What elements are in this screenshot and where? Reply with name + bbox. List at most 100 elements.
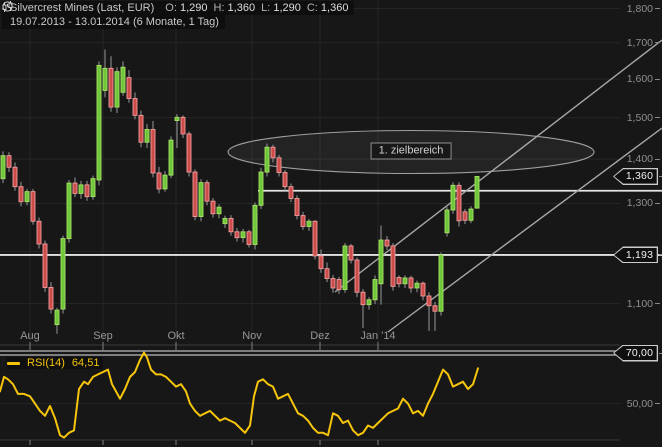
candle-body <box>391 246 395 286</box>
candle-body <box>127 78 131 99</box>
candle-body <box>469 209 473 220</box>
candle-body <box>55 310 59 324</box>
ohlc-values: O: 1,290H: 1,360L: 1,290C: 1,360 <box>159 2 348 14</box>
instrument-title: Silvercrest Mines (Last, EUR) <box>10 2 154 14</box>
month-axis-label: Nov <box>224 330 280 342</box>
candle-body <box>43 244 47 287</box>
candle-body <box>151 129 155 172</box>
rsi-legend: RSI(14) 64,51 <box>7 357 103 369</box>
candle-body <box>277 158 281 173</box>
ohlc-low-value: 1,290 <box>270 2 301 14</box>
instrument-row: Silvercrest Mines (Last, EUR) O: 1,290H:… <box>2 1 354 15</box>
price-chart-canvas[interactable] <box>0 0 662 447</box>
candle-body <box>373 280 377 300</box>
month-axis-label: Sep <box>75 330 131 342</box>
candle-body <box>223 218 227 223</box>
candle-body <box>115 72 119 107</box>
candle-body <box>133 98 137 115</box>
candle-body <box>181 117 185 134</box>
candle-body <box>307 221 311 226</box>
price-axis-label: 1,100 <box>627 298 660 310</box>
ohlc-close-value: 1,360 <box>318 2 349 14</box>
month-axis-label: Aug <box>2 330 58 342</box>
candle-body <box>13 167 17 186</box>
candle-body <box>85 185 89 197</box>
candle-body <box>61 239 65 309</box>
candle-body <box>37 221 41 244</box>
rsi-axis-label: 50,00 <box>627 398 660 410</box>
rsi-value: 64,51 <box>72 357 100 369</box>
price-axis-label: 1,400 <box>627 153 660 165</box>
price-axis-label: 1,700 <box>627 37 660 49</box>
candle-body <box>145 129 149 142</box>
ohlc-close-label: C: <box>307 2 318 14</box>
candle-body <box>235 232 239 238</box>
candle-body <box>211 201 215 214</box>
candle-body <box>7 156 11 168</box>
candle-body <box>475 176 479 208</box>
candle-body <box>103 68 107 90</box>
candle-body <box>247 232 251 245</box>
candle-body <box>109 68 113 107</box>
candle-body <box>415 283 419 288</box>
rsi-upper-level-tag: 70,00 <box>613 345 658 362</box>
candle-body <box>439 255 443 311</box>
candle-body <box>301 216 305 227</box>
candle-body <box>421 283 425 296</box>
last-price-tag: 1,360 <box>613 168 658 185</box>
candle-body <box>403 278 407 284</box>
candle-body <box>283 172 287 186</box>
candle-body <box>31 192 35 222</box>
month-axis-label: Dez <box>292 330 348 342</box>
candle-body <box>331 278 335 287</box>
rsi-name: RSI(14) <box>27 357 65 369</box>
candle-body <box>463 212 467 220</box>
candle-body <box>265 147 269 172</box>
candle-body <box>97 65 101 180</box>
candle-body <box>319 256 323 269</box>
candle-body <box>187 134 191 172</box>
ohlc-high-label: H: <box>213 2 224 14</box>
candle-body <box>157 173 161 189</box>
price-axis-label: 1,300 <box>627 197 660 209</box>
candle-body <box>1 156 5 179</box>
price-axis-label: 1,500 <box>627 112 660 124</box>
candle-body <box>91 179 95 197</box>
candle-body <box>409 278 413 288</box>
candle-body <box>325 269 329 279</box>
candle-body <box>289 187 293 199</box>
candle-body <box>253 205 257 244</box>
candle-body <box>139 115 143 142</box>
target-zone-label: 1. zielbereich <box>371 143 452 160</box>
candle-body <box>451 185 455 210</box>
candle-body <box>217 207 221 214</box>
candle-body <box>25 192 29 202</box>
ohlc-open-value: 1,290 <box>177 2 208 14</box>
date-range: 19.07.2013 - 13.01.2014 (6 Monate, 1 Tag… <box>10 16 219 28</box>
candle-body <box>385 240 389 246</box>
ohlc-high-value: 1,360 <box>224 2 255 14</box>
candle-body <box>67 183 71 238</box>
candle-body <box>457 185 461 220</box>
candle-body <box>229 218 233 231</box>
candle-body <box>79 185 83 194</box>
candle-body <box>343 246 347 290</box>
price-axis-label: 1,800 <box>627 3 660 15</box>
price-axis-label: 1,600 <box>627 73 660 85</box>
candle-body <box>397 277 401 283</box>
candle-body <box>367 300 371 305</box>
candle-body <box>271 147 275 158</box>
candle-body <box>19 187 23 202</box>
candle-body <box>49 287 53 309</box>
candle-body <box>361 292 365 304</box>
candle-body <box>199 183 203 217</box>
month-axis-label: Okt <box>148 330 204 342</box>
candle-body <box>355 260 359 292</box>
date-range-row: 19.07.2013 - 13.01.2014 (6 Monate, 1 Tag… <box>2 15 225 29</box>
candle-body <box>193 172 197 216</box>
candle-body <box>169 140 173 175</box>
candle-body <box>163 175 167 189</box>
ohlc-low-label: L: <box>261 2 270 14</box>
candle-body <box>205 183 209 202</box>
rsi-line-swatch <box>7 362 20 365</box>
